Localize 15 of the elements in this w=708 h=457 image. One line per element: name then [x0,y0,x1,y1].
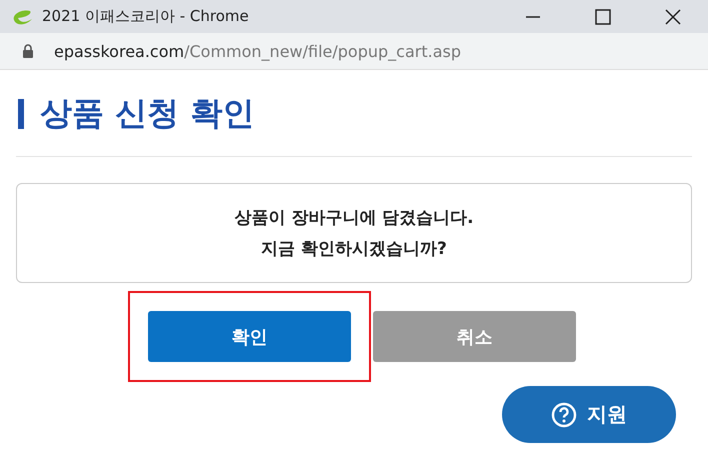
message-text: 상품이 장바구니에 담겼습니다. [234,207,474,229]
url-domain: epasskorea.com [54,42,184,60]
cancel-button[interactable]: 취소 [373,311,576,362]
lock-icon [22,44,34,58]
heading-marker [18,99,24,129]
minimize-icon [526,16,540,18]
confirm-button[interactable]: 확인 [148,311,351,362]
url-path: /Common_new/file/popup_cart.asp [184,42,461,60]
close-icon [663,6,683,26]
page-heading: 상품 신청 확인 [40,93,254,134]
support-button[interactable]: 지원 [502,386,676,443]
message-text: 지금 확인하시겠습니까? [261,238,447,260]
help-icon [551,402,577,428]
maximize-icon [593,6,613,26]
window-title: 2021 이패스코리아 - Chrome [42,7,249,26]
